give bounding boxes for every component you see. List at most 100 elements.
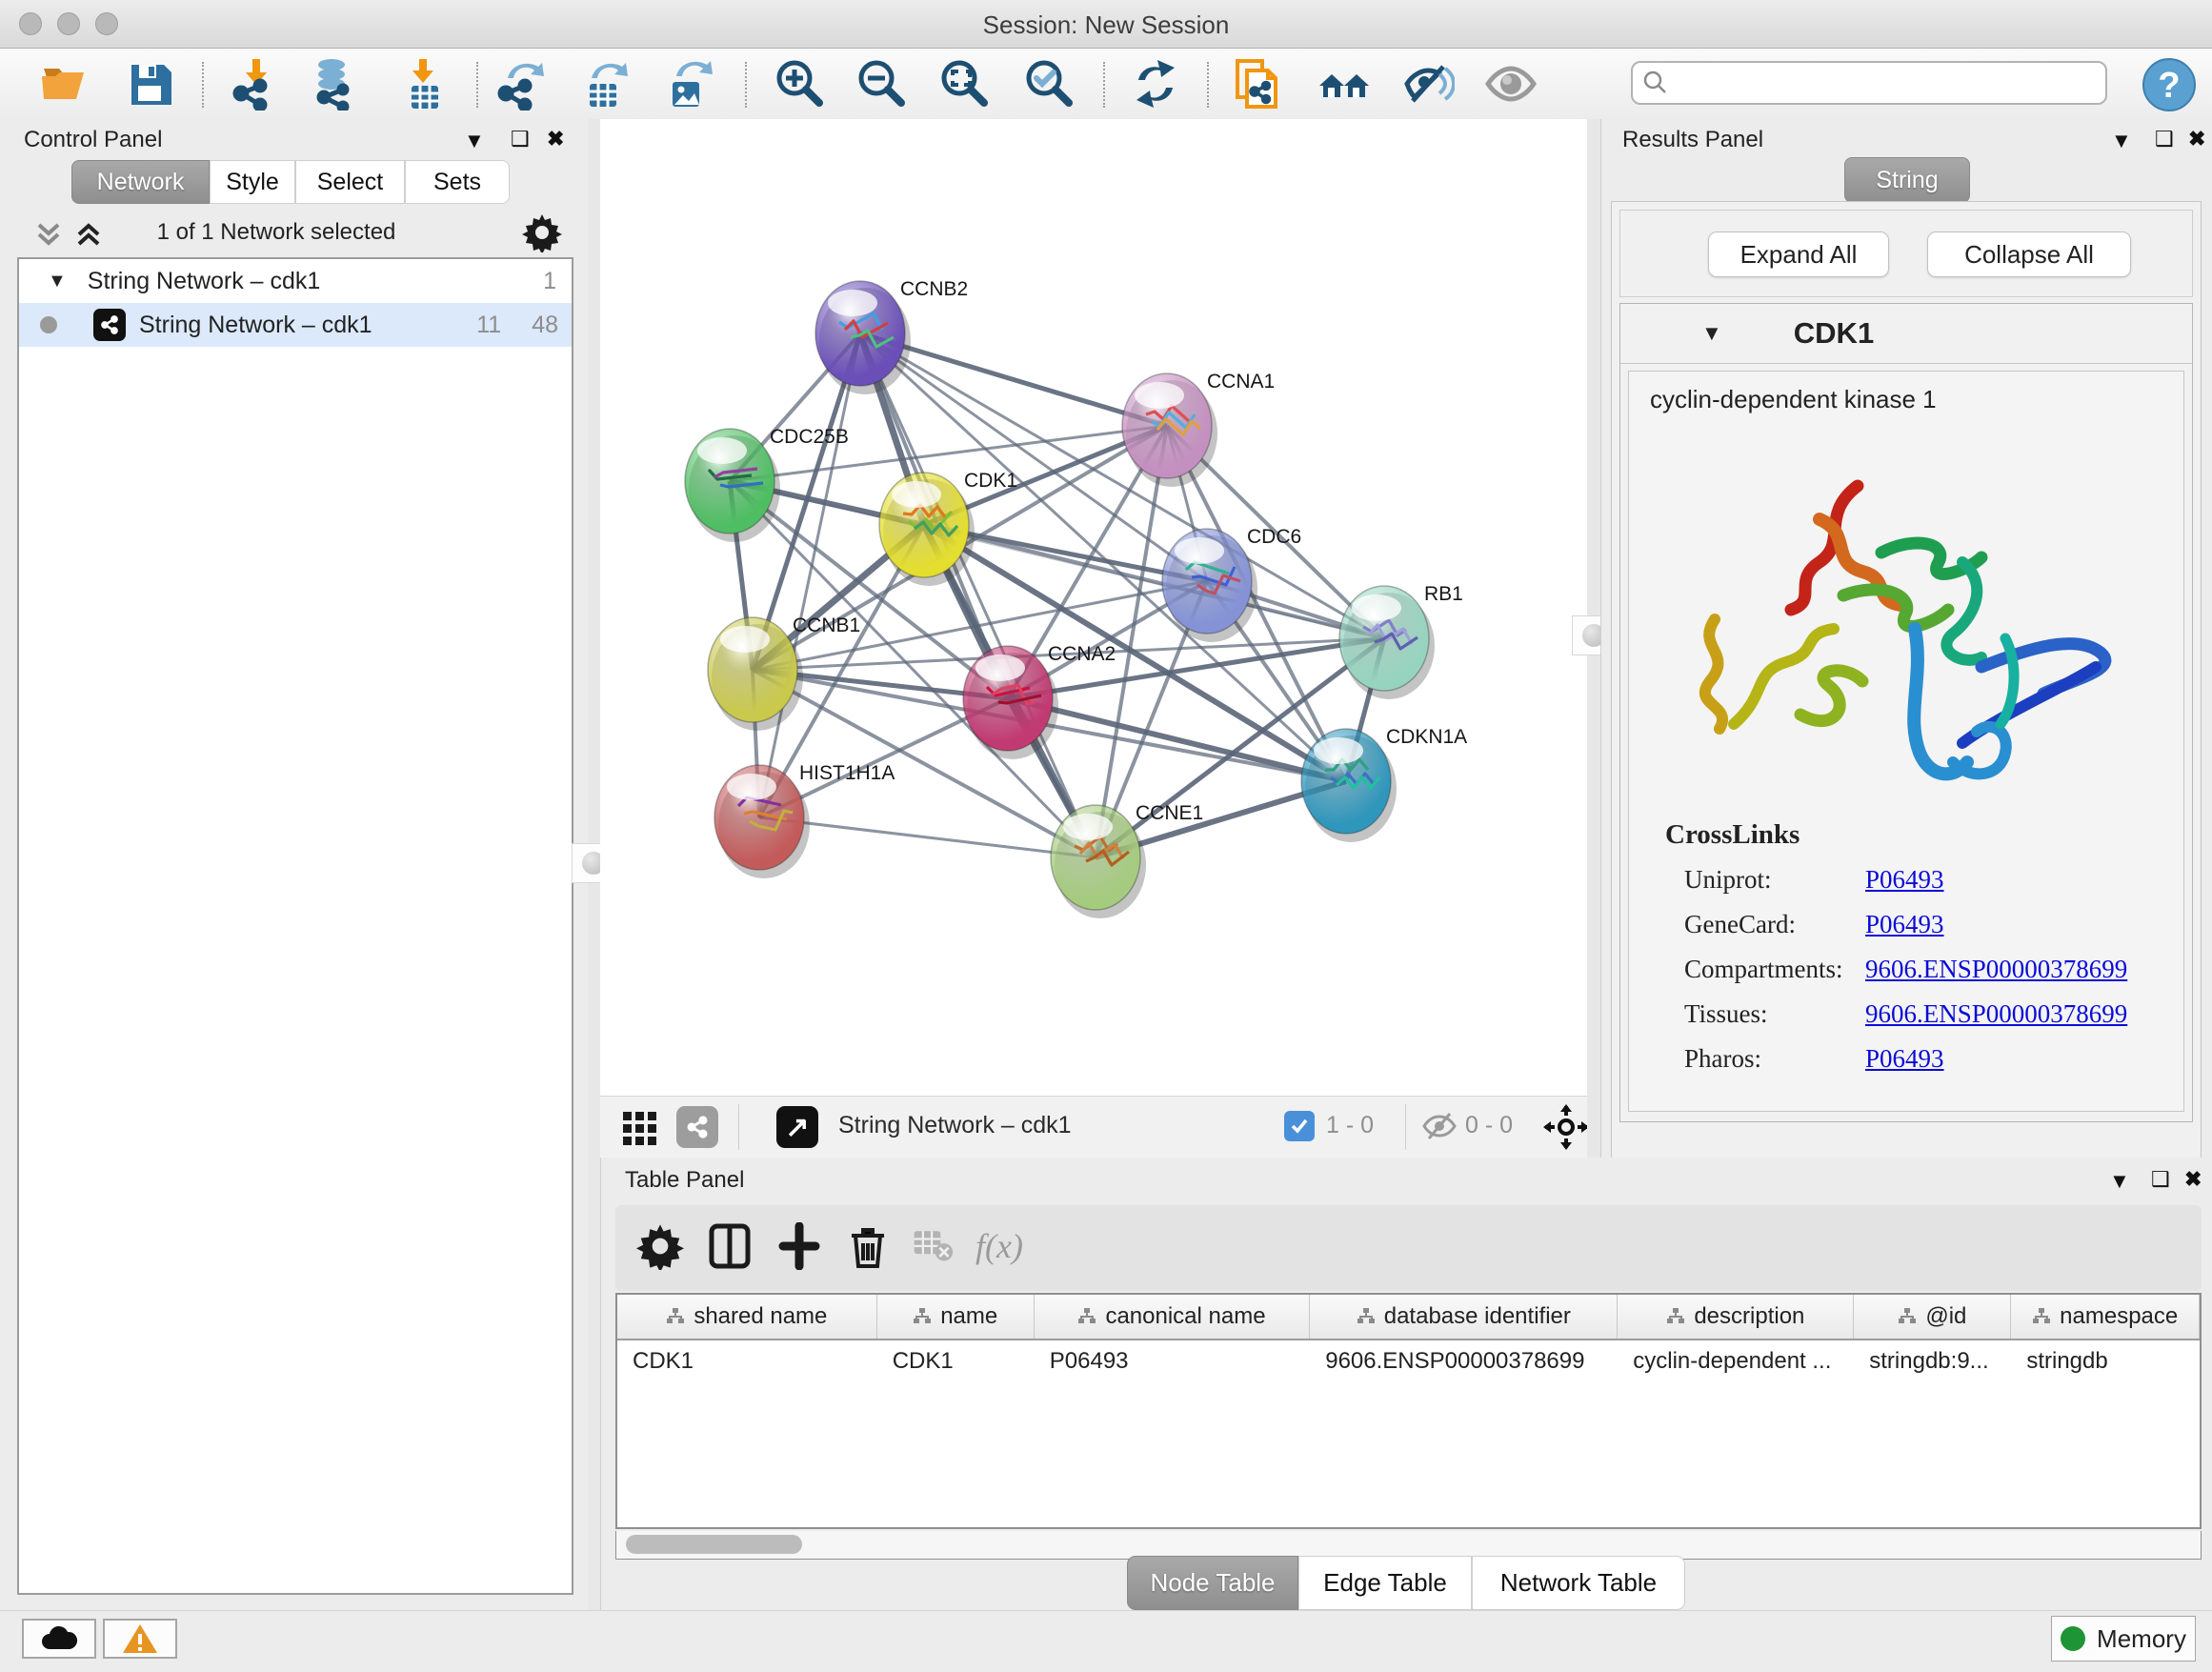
table-cell[interactable]: CDK1 (617, 1348, 877, 1375)
table-cell[interactable]: CDK1 (877, 1348, 1035, 1375)
panel-menu-icon[interactable]: ▼ (464, 129, 485, 153)
close-panel-icon[interactable]: ✖ (547, 127, 564, 151)
column-header[interactable]: shared name (617, 1295, 877, 1339)
zoom-in-icon[interactable] (774, 57, 827, 111)
table-cell[interactable]: 9606.ENSP00000378699 (1310, 1348, 1618, 1375)
crosslink-link[interactable]: P06493 (1865, 1044, 1944, 1074)
float-panel-icon[interactable]: ❑ (511, 127, 530, 151)
warning-icon (121, 1622, 159, 1655)
network-view-toolbar: ↗ String Network – cdk1 1 - 0 0 - 0 (600, 1096, 1587, 1158)
home-network-icon[interactable] (1317, 57, 1371, 111)
network-collection-row[interactable]: ▼ String Network – cdk1 1 (19, 259, 572, 303)
network-node-rb1[interactable]: RB1 (1339, 583, 1463, 699)
float-panel-icon[interactable]: ❑ (2151, 1167, 2170, 1192)
import-table-from-file-icon[interactable] (398, 57, 452, 111)
table-row[interactable]: CDK1CDK1P064939606.ENSP00000378699cyclin… (617, 1340, 2200, 1382)
gene-section-header[interactable]: ▼ CDK1 (1620, 304, 2192, 364)
network-node-ccna2[interactable]: CCNA2 (963, 643, 1116, 759)
node-label: HIST1H1A (799, 762, 895, 784)
column-header[interactable]: description (1618, 1295, 1854, 1339)
open-in-window-icon[interactable]: ↗ (776, 1106, 818, 1148)
crosslink-link[interactable]: 9606.ENSP00000378699 (1865, 999, 2127, 1029)
delete-column-icon[interactable] (844, 1222, 895, 1274)
panel-menu-icon[interactable]: ▼ (2109, 1169, 2130, 1194)
column-header[interactable]: name (877, 1295, 1035, 1339)
network-node-cdkn1a[interactable]: CDKN1A (1301, 726, 1467, 842)
network-node-ccne1[interactable]: CCNE1 (1051, 802, 1203, 918)
table-settings-gear-icon[interactable] (636, 1222, 688, 1274)
column-header[interactable]: namespace (2011, 1295, 2200, 1339)
toolbar-separator (745, 62, 747, 108)
import-network-from-database-icon[interactable] (311, 57, 364, 111)
tab-style[interactable]: Style (210, 160, 295, 204)
selected-checkbox-icon[interactable] (1284, 1111, 1315, 1141)
memory-button[interactable]: Memory (2051, 1616, 2196, 1662)
collapse-all-networks-icon[interactable] (32, 219, 65, 250)
network-node-ccnb2[interactable]: CCNB2 (815, 278, 968, 394)
zoom-selected-icon[interactable] (1023, 57, 1076, 111)
collapse-triangle-icon[interactable]: ▼ (48, 271, 67, 292)
warnings-button[interactable] (103, 1619, 177, 1659)
panel-menu-icon[interactable]: ▼ (2111, 129, 2132, 153)
network-node-cdc25b[interactable]: CDC25B (685, 426, 849, 542)
tab-select[interactable]: Select (295, 160, 405, 204)
show-columns-icon[interactable] (706, 1222, 757, 1274)
collapse-all-button[interactable]: Collapse All (1927, 232, 2131, 277)
crosslink-link[interactable]: 9606.ENSP00000378699 (1865, 955, 2127, 984)
hide-unhide-icon[interactable] (1401, 57, 1455, 111)
expand-all-networks-icon[interactable] (72, 219, 105, 250)
expand-all-button[interactable]: Expand All (1708, 232, 1889, 277)
crosslink-label: Pharos: (1684, 1044, 1761, 1074)
birds-eye-view-icon[interactable] (621, 1108, 659, 1146)
network-node-ccna1[interactable]: CCNA1 (1122, 371, 1275, 487)
refresh-icon[interactable] (1129, 57, 1182, 111)
import-network-from-file-icon[interactable] (231, 57, 285, 111)
tab-edge-table[interactable]: Edge Table (1298, 1556, 1472, 1610)
cloud-status-button[interactable] (22, 1619, 96, 1659)
network-edge[interactable] (860, 333, 1096, 857)
zoom-fit-icon[interactable] (938, 57, 992, 111)
table-cell[interactable]: cyclin-dependent ... (1618, 1348, 1854, 1375)
share-document-icon[interactable] (1232, 57, 1285, 111)
close-panel-icon[interactable]: ✖ (2184, 1167, 2202, 1192)
table-cell[interactable]: P06493 (1035, 1348, 1310, 1375)
export-table-icon[interactable] (580, 57, 633, 111)
pan-crosshair-icon[interactable] (1543, 1104, 1589, 1150)
tab-network[interactable]: Network (71, 160, 210, 204)
crosslink-link[interactable]: P06493 (1865, 865, 1944, 895)
tab-string[interactable]: String (1844, 157, 1970, 203)
tab-sets[interactable]: Sets (405, 160, 510, 204)
tab-node-table[interactable]: Node Table (1127, 1556, 1298, 1610)
column-header[interactable]: canonical name (1035, 1295, 1311, 1339)
crosslink-link[interactable]: P06493 (1865, 910, 1944, 939)
export-network-icon[interactable] (496, 57, 550, 111)
tab-network-table[interactable]: Network Table (1472, 1556, 1685, 1610)
network-node-ccnb1[interactable]: CCNB1 (708, 614, 860, 731)
network-node-cdc6[interactable]: CDC6 (1162, 526, 1301, 642)
column-header[interactable]: @id (1854, 1295, 2011, 1339)
table-cell[interactable]: stringdb:9... (1854, 1348, 2011, 1375)
network-edge[interactable] (759, 333, 860, 817)
network-options-gear-icon[interactable] (522, 212, 562, 252)
network-node-hist1h1a[interactable]: HIST1H1A (714, 762, 895, 878)
close-panel-icon[interactable]: ✖ (2188, 127, 2205, 151)
help-icon[interactable]: ? (2142, 57, 2195, 111)
export-image-icon[interactable] (663, 57, 716, 111)
search-field[interactable] (1631, 61, 2107, 105)
table-cell[interactable]: stringdb (2011, 1348, 2200, 1375)
show-graphics-details-icon[interactable] (1484, 57, 1538, 111)
column-header[interactable]: database identifier (1310, 1295, 1618, 1339)
save-session-icon[interactable] (124, 57, 177, 111)
network-row-selected[interactable]: String Network – cdk1 11 48 (19, 303, 572, 347)
scrollbar-thumb[interactable] (626, 1535, 802, 1554)
protein-structure-image (1677, 429, 2134, 829)
search-input[interactable] (1669, 69, 2082, 97)
open-session-icon[interactable] (38, 57, 91, 111)
add-column-icon[interactable] (775, 1222, 827, 1274)
string-style-icon[interactable] (676, 1106, 718, 1148)
zoom-out-icon[interactable] (855, 57, 909, 111)
node-label: CCNB2 (900, 278, 968, 300)
network-canvas[interactable]: CCNB2CCNA1CDC25BCDK1CDC6RB1CCNB1CCNA2CDK… (600, 119, 1587, 1096)
float-panel-icon[interactable]: ❑ (2155, 127, 2174, 151)
collapse-triangle-icon[interactable]: ▼ (1701, 321, 1722, 346)
